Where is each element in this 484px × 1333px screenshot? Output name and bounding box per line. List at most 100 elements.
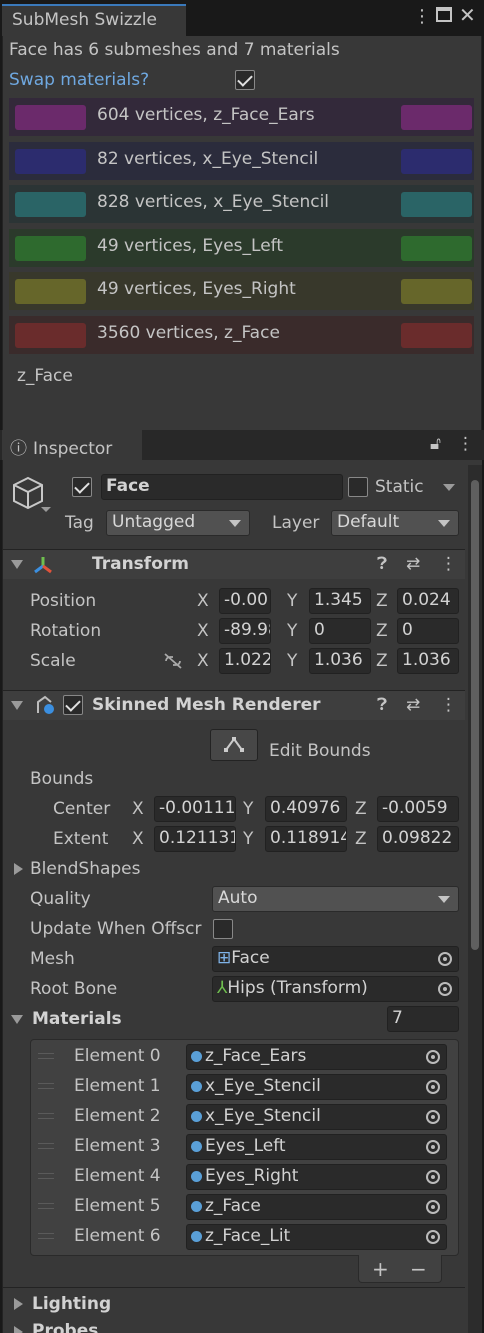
- material-field[interactable]: x_Eye_Stencil: [186, 1074, 447, 1100]
- submesh-row[interactable]: 3560 vertices, z_Face: [9, 316, 474, 354]
- transform-foldout-icon[interactable]: [11, 560, 23, 569]
- inspector-more-icon[interactable]: ⋮: [457, 434, 474, 454]
- probes-foldout-icon[interactable]: [14, 1326, 23, 1333]
- mesh-grid-icon: ⊞: [217, 948, 232, 968]
- active-checkbox[interactable]: [72, 477, 92, 497]
- smr-foldout-icon[interactable]: [11, 701, 23, 710]
- blendshapes-foldout-icon[interactable]: [14, 863, 23, 875]
- scrollbar-thumb[interactable]: [471, 480, 479, 950]
- quality-dropdown[interactable]: Auto: [212, 886, 459, 912]
- selected-material-label: z_Face: [17, 366, 73, 386]
- lock-icon[interactable]: 🔓︎: [430, 434, 441, 454]
- extent-z-field[interactable]: 0.09822: [377, 826, 459, 852]
- inspector-scrollbar[interactable]: [468, 465, 482, 1333]
- center-x-field[interactable]: -0.00111: [154, 796, 236, 822]
- position-y-field[interactable]: 1.345: [309, 588, 371, 614]
- submesh-row[interactable]: 82 vertices, x_Eye_Stencil: [9, 141, 474, 180]
- submesh-row[interactable]: 828 vertices, x_Eye_Stencil: [9, 185, 474, 224]
- close-icon[interactable]: ✕: [459, 3, 476, 27]
- root-bone-field[interactable]: ⅄Hips (Transform): [212, 976, 459, 1002]
- rotation-x-field[interactable]: -89.98: [219, 618, 271, 644]
- material-color-swatch[interactable]: [401, 148, 472, 174]
- material-value: z_Face: [205, 1196, 261, 1216]
- update-offscreen-checkbox[interactable]: [213, 919, 233, 939]
- add-element-button[interactable]: +: [372, 1257, 389, 1281]
- submesh-row[interactable]: 49 vertices, Eyes_Left: [9, 228, 474, 267]
- drag-handle-icon[interactable]: [38, 1083, 54, 1089]
- center-z-field[interactable]: -0.0059: [377, 796, 459, 822]
- more-menu-icon[interactable]: ⋮: [413, 6, 431, 27]
- constrain-proportions-icon[interactable]: [163, 652, 183, 670]
- tab-submesh-swizzle[interactable]: SubMesh Swizzle: [2, 4, 186, 36]
- drag-handle-icon[interactable]: [38, 1053, 54, 1059]
- extent-x-field[interactable]: 0.121131: [154, 826, 236, 852]
- root-bone-picker-icon[interactable]: [438, 982, 452, 996]
- materials-count-field[interactable]: 7: [387, 1006, 459, 1032]
- smr-menu-icon[interactable]: ⋮: [440, 695, 457, 715]
- material-color-swatch[interactable]: [401, 105, 472, 130]
- material-field[interactable]: x_Eye_Stencil: [186, 1104, 447, 1130]
- drag-handle-icon[interactable]: [38, 1173, 54, 1179]
- smr-presets-icon[interactable]: ⇄: [406, 695, 420, 715]
- lighting-label[interactable]: Lighting: [32, 1294, 111, 1314]
- drag-handle-icon[interactable]: [38, 1233, 54, 1239]
- material-field[interactable]: Eyes_Left: [186, 1134, 447, 1160]
- drag-handle-icon[interactable]: [38, 1143, 54, 1149]
- position-x-field[interactable]: -0.00: [219, 588, 271, 614]
- submesh-color-swatch: [15, 148, 86, 174]
- drag-handle-icon[interactable]: [38, 1203, 54, 1209]
- material-picker-icon[interactable]: [426, 1170, 440, 1184]
- remove-element-button[interactable]: −: [410, 1257, 427, 1281]
- swap-materials-checkbox[interactable]: [235, 70, 255, 90]
- material-picker-icon[interactable]: [426, 1080, 440, 1094]
- lighting-foldout-icon[interactable]: [14, 1298, 23, 1310]
- position-z-field[interactable]: 0.024: [397, 588, 459, 614]
- probes-label[interactable]: Probes: [32, 1321, 98, 1333]
- material-field[interactable]: Eyes_Right: [186, 1164, 447, 1190]
- scale-y-field[interactable]: 1.036: [309, 648, 371, 674]
- presets-icon[interactable]: ⇄: [406, 554, 420, 574]
- edit-bounds-button[interactable]: [210, 729, 258, 761]
- rotation-z-field[interactable]: 0: [397, 618, 459, 644]
- material-picker-icon[interactable]: [426, 1140, 440, 1154]
- extent-y-field[interactable]: 0.118914: [265, 826, 347, 852]
- material-picker-icon[interactable]: [426, 1110, 440, 1124]
- submesh-row[interactable]: 604 vertices, z_Face_Ears: [9, 98, 474, 136]
- material-field[interactable]: z_Face: [186, 1194, 447, 1220]
- help-icon[interactable]: ❓︎: [377, 554, 387, 574]
- submesh-color-swatch: [15, 323, 86, 348]
- material-color-swatch[interactable]: [401, 192, 472, 218]
- mesh-field[interactable]: ⊞Face: [212, 946, 459, 972]
- component-menu-icon[interactable]: ⋮: [440, 554, 457, 574]
- scale-x-field[interactable]: 1.0222: [219, 648, 271, 674]
- material-color-swatch[interactable]: [401, 235, 472, 261]
- tag-dropdown[interactable]: Untagged: [106, 510, 250, 536]
- rotation-y-field[interactable]: 0: [309, 618, 371, 644]
- icon-dropdown-icon[interactable]: [41, 507, 51, 512]
- blendshapes-label[interactable]: BlendShapes: [30, 859, 141, 879]
- smr-help-icon[interactable]: ❓︎: [377, 695, 387, 715]
- object-name-field[interactable]: Face: [101, 474, 343, 500]
- material-color-swatch[interactable]: [401, 323, 472, 348]
- material-picker-icon[interactable]: [426, 1050, 440, 1064]
- material-picker-icon[interactable]: [426, 1230, 440, 1244]
- material-color-swatch[interactable]: [401, 279, 472, 305]
- center-y-field[interactable]: 0.40976: [265, 796, 347, 822]
- static-dropdown-icon[interactable]: [443, 484, 455, 491]
- smr-enabled-checkbox[interactable]: [63, 695, 83, 715]
- tab-inspector[interactable]: ⓘ Inspector: [2, 430, 142, 460]
- static-checkbox[interactable]: [348, 477, 368, 497]
- maximize-icon[interactable]: [436, 7, 452, 22]
- scale-z-field[interactable]: 1.036: [397, 648, 459, 674]
- transform-header[interactable]: [3, 549, 465, 579]
- materials-foldout-icon[interactable]: [11, 1015, 23, 1024]
- material-value: z_Face_Lit: [205, 1226, 291, 1246]
- material-field[interactable]: z_Face_Ears: [186, 1044, 447, 1070]
- mesh-picker-icon[interactable]: [438, 952, 452, 966]
- materials-label[interactable]: Materials: [32, 1009, 122, 1029]
- material-field[interactable]: z_Face_Lit: [186, 1224, 447, 1250]
- submesh-row[interactable]: 49 vertices, Eyes_Right: [9, 272, 474, 311]
- layer-dropdown[interactable]: Default: [331, 510, 459, 536]
- drag-handle-icon[interactable]: [38, 1113, 54, 1119]
- material-picker-icon[interactable]: [426, 1200, 440, 1214]
